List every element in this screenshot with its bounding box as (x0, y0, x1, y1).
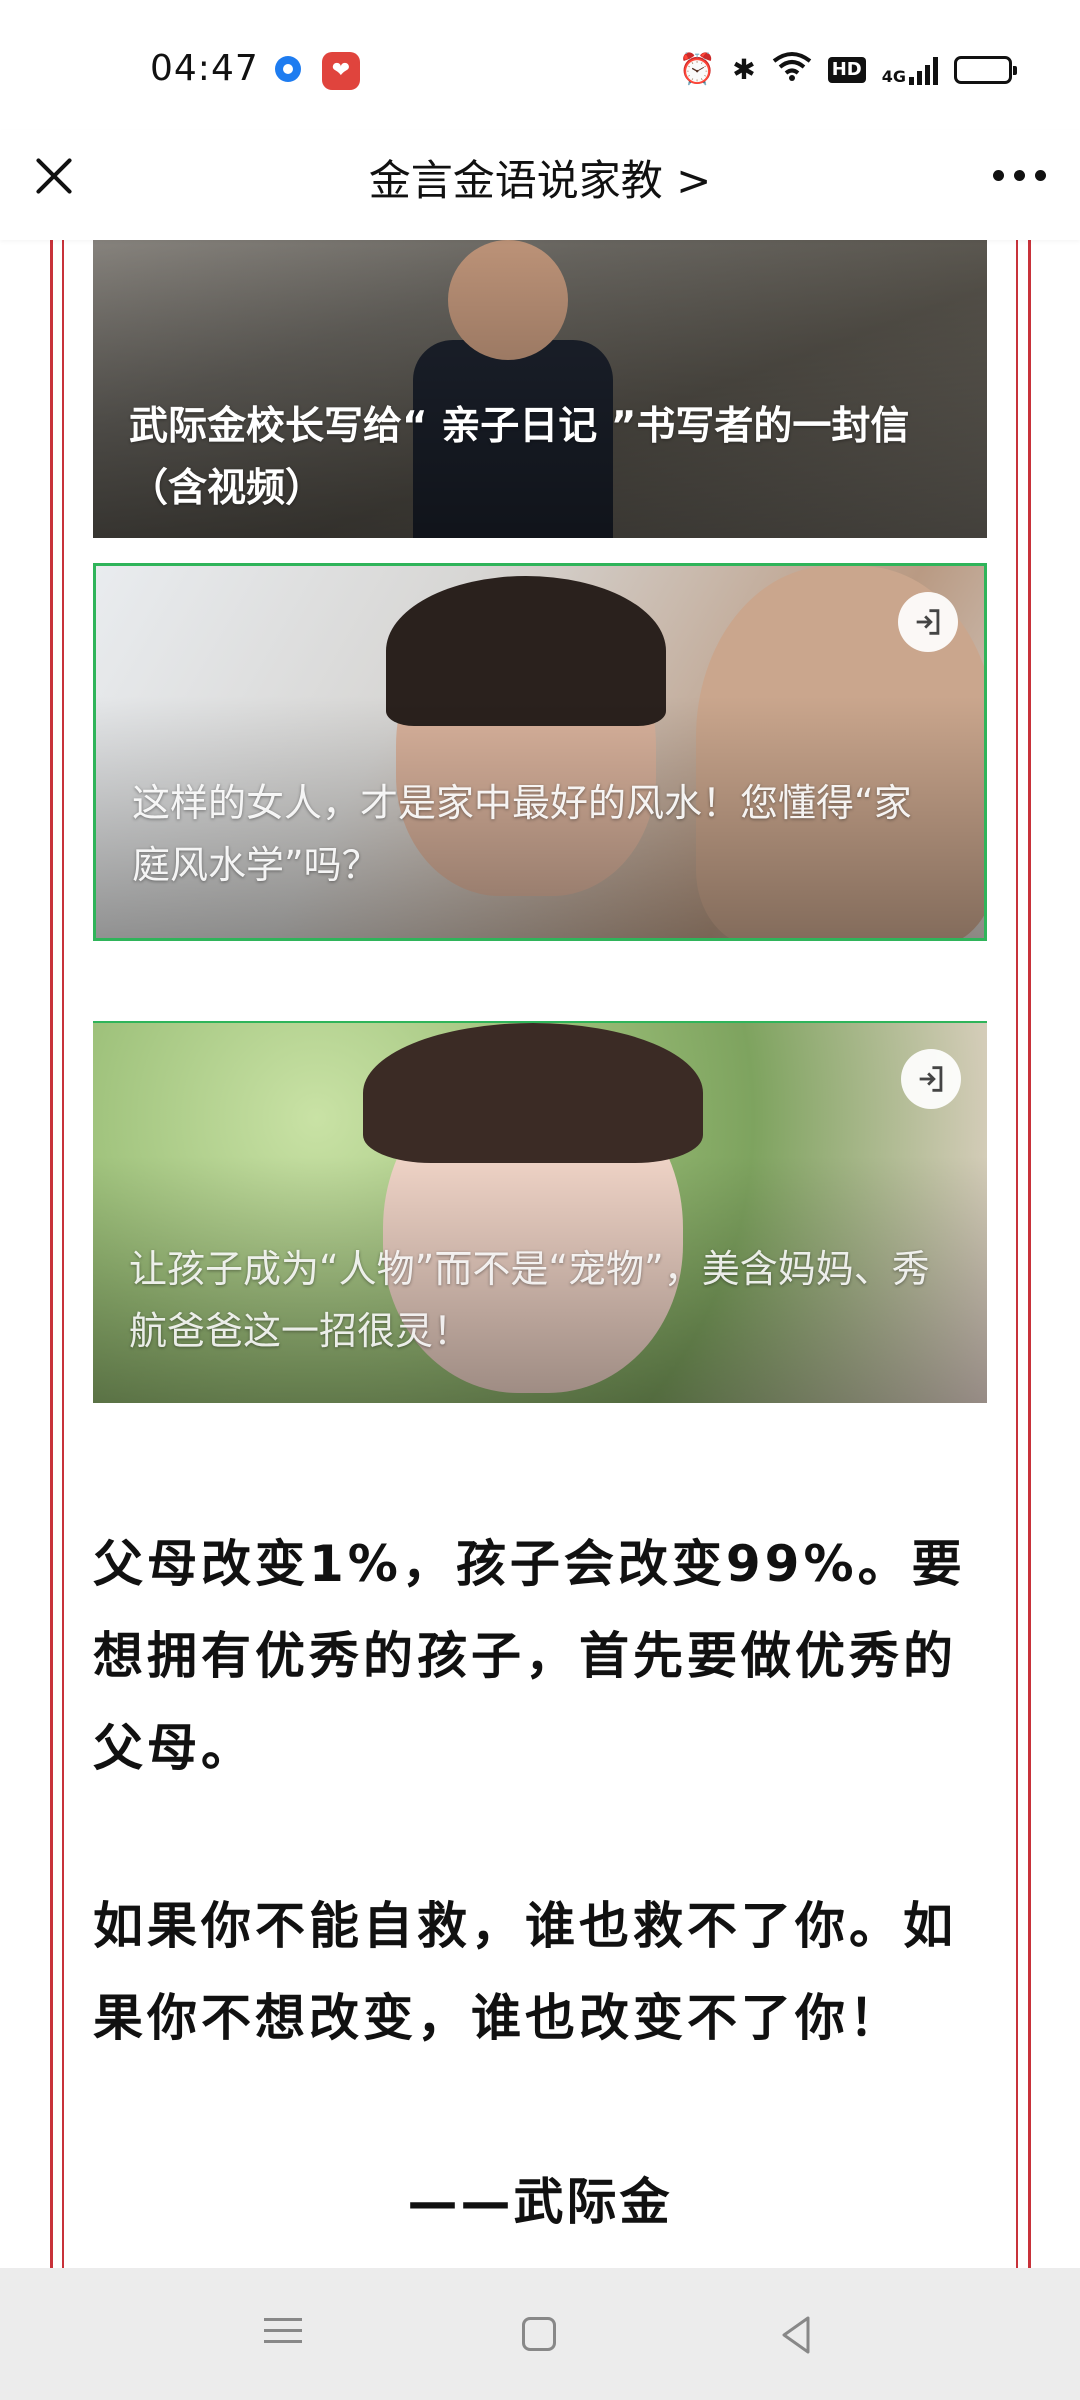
more-icon[interactable] (993, 170, 1046, 181)
article-signature: ——武际金 (407, 2173, 673, 2231)
article-paragraph: 如果你不能自救，谁也救不了你。如果你不想改变，谁也改变不了你！ (93, 1897, 957, 2047)
menu-icon[interactable] (258, 2310, 308, 2360)
frame-border-left-inner (62, 240, 64, 2270)
article-card[interactable]: 武际金校长写给“ 亲子日记 ”书写者的一封信（含视频） (93, 240, 987, 538)
article-paragraph: 父母改变1%，孩子会改变99%。要想拥有优秀的孩子，首先要做优秀的父母。 (93, 1535, 966, 1777)
status-time: 04:47 (150, 48, 259, 89)
back-icon[interactable] (772, 2310, 822, 2360)
navigation-bar (0, 2268, 1080, 2400)
page-title[interactable]: 金言金语说家教 > (0, 147, 1080, 208)
card-caption: 武际金校长写给“ 亲子日记 ”书写者的一封信（含视频） (129, 404, 910, 511)
article-card[interactable]: 让孩子成为“人物”而不是“宠物”，美含妈妈、秀航爸爸这一招很灵！ (93, 1021, 987, 1403)
frame-border-right-inner (1016, 240, 1018, 2270)
social-app-icon: ❤ (322, 52, 360, 90)
photo-girl-hair (363, 1023, 703, 1163)
signal-4g-icon: 4G (882, 55, 938, 85)
card-caption: 让孩子成为“人物”而不是“宠物”，美含妈妈、秀航爸爸这一招很灵！ (129, 1247, 930, 1353)
battery-icon (954, 56, 1017, 84)
frame-border-left-outer (50, 240, 53, 2270)
card-caption: 这样的女人，才是家中最好的风水！您懂得“家庭风水学”吗？ (132, 781, 912, 887)
hd-badge: HD (827, 57, 866, 83)
title-bar: 金言金语说家教 > (0, 130, 1080, 240)
bluetooth-icon: ✱ (732, 53, 756, 86)
status-bar: 04:47 ❤ ⏰ ✱ HD 4G (0, 0, 1080, 140)
article-card[interactable]: 这样的女人，才是家中最好的风水！您懂得“家庭风水学”吗？ (93, 563, 987, 941)
location-app-icon (275, 56, 301, 82)
system-icons: ⏰ ✱ HD 4G (678, 49, 1017, 92)
alarm-icon: ⏰ (678, 52, 717, 87)
home-icon[interactable] (515, 2310, 565, 2360)
frame-border-right-outer (1028, 240, 1031, 2270)
open-link-icon[interactable] (898, 592, 958, 652)
open-link-icon[interactable] (901, 1049, 961, 1109)
wifi-icon (772, 49, 812, 92)
